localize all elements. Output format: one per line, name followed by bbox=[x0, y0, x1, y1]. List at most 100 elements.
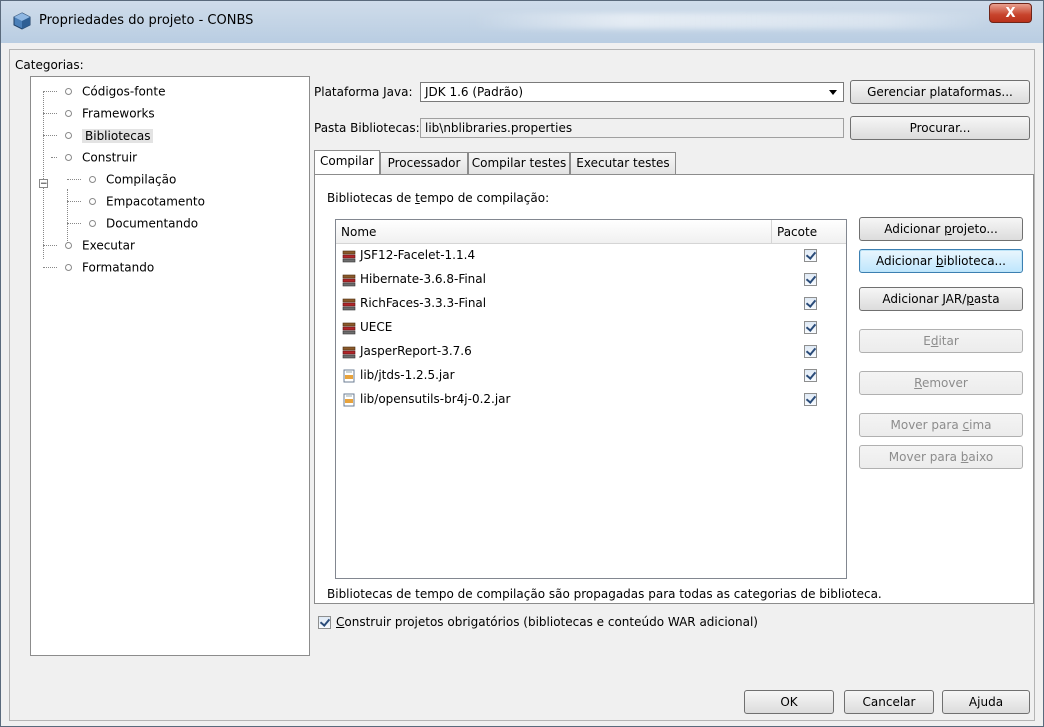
package-checkbox[interactable] bbox=[804, 297, 817, 310]
tree-item-executar[interactable]: Executar bbox=[43, 235, 135, 255]
node-icon bbox=[89, 198, 96, 205]
column-header-package[interactable]: Pacote bbox=[772, 220, 846, 244]
jar-file-icon bbox=[343, 369, 355, 383]
tree-item-compilacao[interactable]: Compilação bbox=[67, 169, 176, 189]
library-books-icon bbox=[342, 250, 356, 263]
tree-item-empacotamento[interactable]: Empacotamento bbox=[67, 191, 205, 211]
edit-button[interactable]: Editar bbox=[859, 329, 1023, 353]
node-icon bbox=[89, 176, 96, 183]
title-bar-background bbox=[471, 13, 991, 29]
package-checkbox[interactable] bbox=[804, 393, 817, 406]
tree-connector bbox=[43, 91, 57, 92]
compile-libraries-table[interactable]: Nome Pacote JSF12-Facelet-1.1.4 Hibernate… bbox=[335, 219, 847, 579]
close-button[interactable]: X bbox=[989, 3, 1032, 23]
java-platform-value: JDK 1.6 (Padrão) bbox=[425, 85, 524, 99]
tree-connector bbox=[43, 113, 57, 114]
tree-item-label: Executar bbox=[82, 238, 135, 253]
tree-line bbox=[43, 91, 44, 259]
package-checkbox[interactable] bbox=[804, 345, 817, 358]
build-required-checkbox[interactable] bbox=[318, 616, 331, 629]
tree-item-label: Construir bbox=[82, 150, 138, 165]
node-icon bbox=[65, 132, 72, 139]
library-name: UECE bbox=[360, 320, 393, 334]
compile-libraries-heading: Bibliotecas de tempo de compilação: bbox=[327, 191, 550, 205]
table-row[interactable]: lib/jtds-1.2.5.jar bbox=[336, 364, 846, 388]
manage-platforms-button[interactable]: Gerenciar plataformas... bbox=[850, 80, 1030, 104]
table-row[interactable]: lib/opensutils-br4j-0.2.jar bbox=[336, 388, 846, 412]
library-name: Hibernate-3.6.8-Final bbox=[360, 272, 486, 286]
collapse-icon[interactable]: − bbox=[39, 179, 48, 189]
node-icon bbox=[65, 264, 72, 271]
package-checkbox[interactable] bbox=[804, 369, 817, 382]
compile-tab-panel: Bibliotecas de tempo de compilação: Nome… bbox=[314, 174, 1034, 604]
project-properties-dialog: Propriedades do projeto - CONBS X Catego… bbox=[0, 0, 1044, 727]
build-required-label: Construir projetos obrigatórios (bibliot… bbox=[336, 615, 758, 629]
tab-strip: Compilar Processador Compilar testes Exe… bbox=[314, 150, 1034, 174]
table-row[interactable]: JSF12-Facelet-1.1.4 bbox=[336, 244, 846, 268]
table-row[interactable]: RichFaces-3.3.3-Final bbox=[336, 292, 846, 316]
project-cube-icon bbox=[13, 12, 31, 30]
library-name: JasperReport-3.7.6 bbox=[360, 344, 472, 358]
tab-processador[interactable]: Processador bbox=[380, 152, 468, 174]
tree-item-label: Códigos-fonte bbox=[82, 84, 166, 99]
move-down-button[interactable]: Mover para baixo bbox=[859, 445, 1023, 469]
add-library-button[interactable]: Adicionar biblioteca... bbox=[859, 249, 1023, 273]
library-name: lib/jtds-1.2.5.jar bbox=[360, 368, 455, 382]
library-books-icon bbox=[342, 298, 356, 311]
tree-connector bbox=[43, 245, 57, 246]
node-icon bbox=[65, 154, 72, 161]
table-row[interactable]: UECE bbox=[336, 316, 846, 340]
tree-connector bbox=[67, 201, 81, 202]
tree-connector bbox=[67, 223, 81, 224]
table-row[interactable]: JasperReport-3.7.6 bbox=[336, 340, 846, 364]
library-books-icon bbox=[342, 274, 356, 287]
compile-footer-note: Bibliotecas de tempo de compilação são p… bbox=[327, 587, 882, 601]
library-books-icon bbox=[342, 346, 356, 359]
column-header-name[interactable]: Nome bbox=[336, 220, 772, 244]
move-up-button[interactable]: Mover para cima bbox=[859, 413, 1023, 437]
node-icon bbox=[65, 242, 72, 249]
table-row[interactable]: Hibernate-3.6.8-Final bbox=[336, 268, 846, 292]
library-folder-label: Pasta Bibliotecas: bbox=[314, 121, 420, 135]
cancel-button[interactable]: Cancelar bbox=[844, 690, 934, 714]
library-folder-value: lib\nblibraries.properties bbox=[425, 121, 573, 135]
java-platform-label: Plataforma Java: bbox=[314, 85, 413, 99]
node-icon bbox=[89, 220, 96, 227]
package-checkbox[interactable] bbox=[804, 249, 817, 262]
tree-item-label: Frameworks bbox=[82, 106, 155, 121]
tree-connector bbox=[51, 157, 57, 158]
title-bar[interactable]: Propriedades do projeto - CONBS X bbox=[1, 1, 1043, 43]
tree-connector bbox=[43, 267, 57, 268]
window-title: Propriedades do projeto - CONBS bbox=[39, 13, 254, 28]
categories-label: Categorias: bbox=[15, 58, 84, 72]
categories-tree[interactable]: − Códigos-fonte Frameworks Bibliotecas C… bbox=[30, 76, 310, 656]
remove-button[interactable]: Remover bbox=[859, 371, 1023, 395]
tree-item-formatando[interactable]: Formatando bbox=[43, 257, 155, 277]
library-name: JSF12-Facelet-1.1.4 bbox=[360, 248, 476, 262]
add-project-button[interactable]: Adicionar projeto... bbox=[859, 217, 1023, 241]
ok-button[interactable]: OK bbox=[744, 690, 834, 714]
tree-item-frameworks[interactable]: Frameworks bbox=[43, 103, 155, 123]
library-name: lib/opensutils-br4j-0.2.jar bbox=[360, 392, 511, 406]
jar-file-icon bbox=[343, 393, 355, 407]
package-checkbox[interactable] bbox=[804, 321, 817, 334]
tree-item-label: Documentando bbox=[106, 216, 199, 231]
tree-item-label: Bibliotecas bbox=[82, 128, 154, 143]
tree-item-codigos-fonte[interactable]: Códigos-fonte bbox=[43, 81, 166, 101]
library-folder-field[interactable]: lib\nblibraries.properties bbox=[420, 118, 844, 138]
tree-item-documentando[interactable]: Documentando bbox=[67, 213, 199, 233]
help-button[interactable]: Ajuda bbox=[942, 690, 1030, 714]
tab-compilar-testes[interactable]: Compilar testes bbox=[468, 152, 570, 174]
tab-compilar[interactable]: Compilar bbox=[314, 150, 380, 174]
tab-executar-testes[interactable]: Executar testes bbox=[570, 152, 676, 174]
add-jar-folder-button[interactable]: Adicionar JAR/pasta bbox=[859, 287, 1023, 311]
java-platform-select[interactable]: JDK 1.6 (Padrão) bbox=[420, 82, 844, 102]
package-checkbox[interactable] bbox=[804, 273, 817, 286]
dialog-body: Categorias: − Códigos-fonte Frameworks B… bbox=[9, 49, 1035, 721]
tree-item-label: Formatando bbox=[82, 260, 155, 275]
library-name: RichFaces-3.3.3-Final bbox=[360, 296, 487, 310]
library-books-icon bbox=[342, 322, 356, 335]
browse-button[interactable]: Procurar... bbox=[850, 116, 1030, 140]
tree-item-bibliotecas[interactable]: Bibliotecas bbox=[43, 125, 154, 145]
tree-item-construir[interactable]: Construir bbox=[51, 147, 138, 167]
